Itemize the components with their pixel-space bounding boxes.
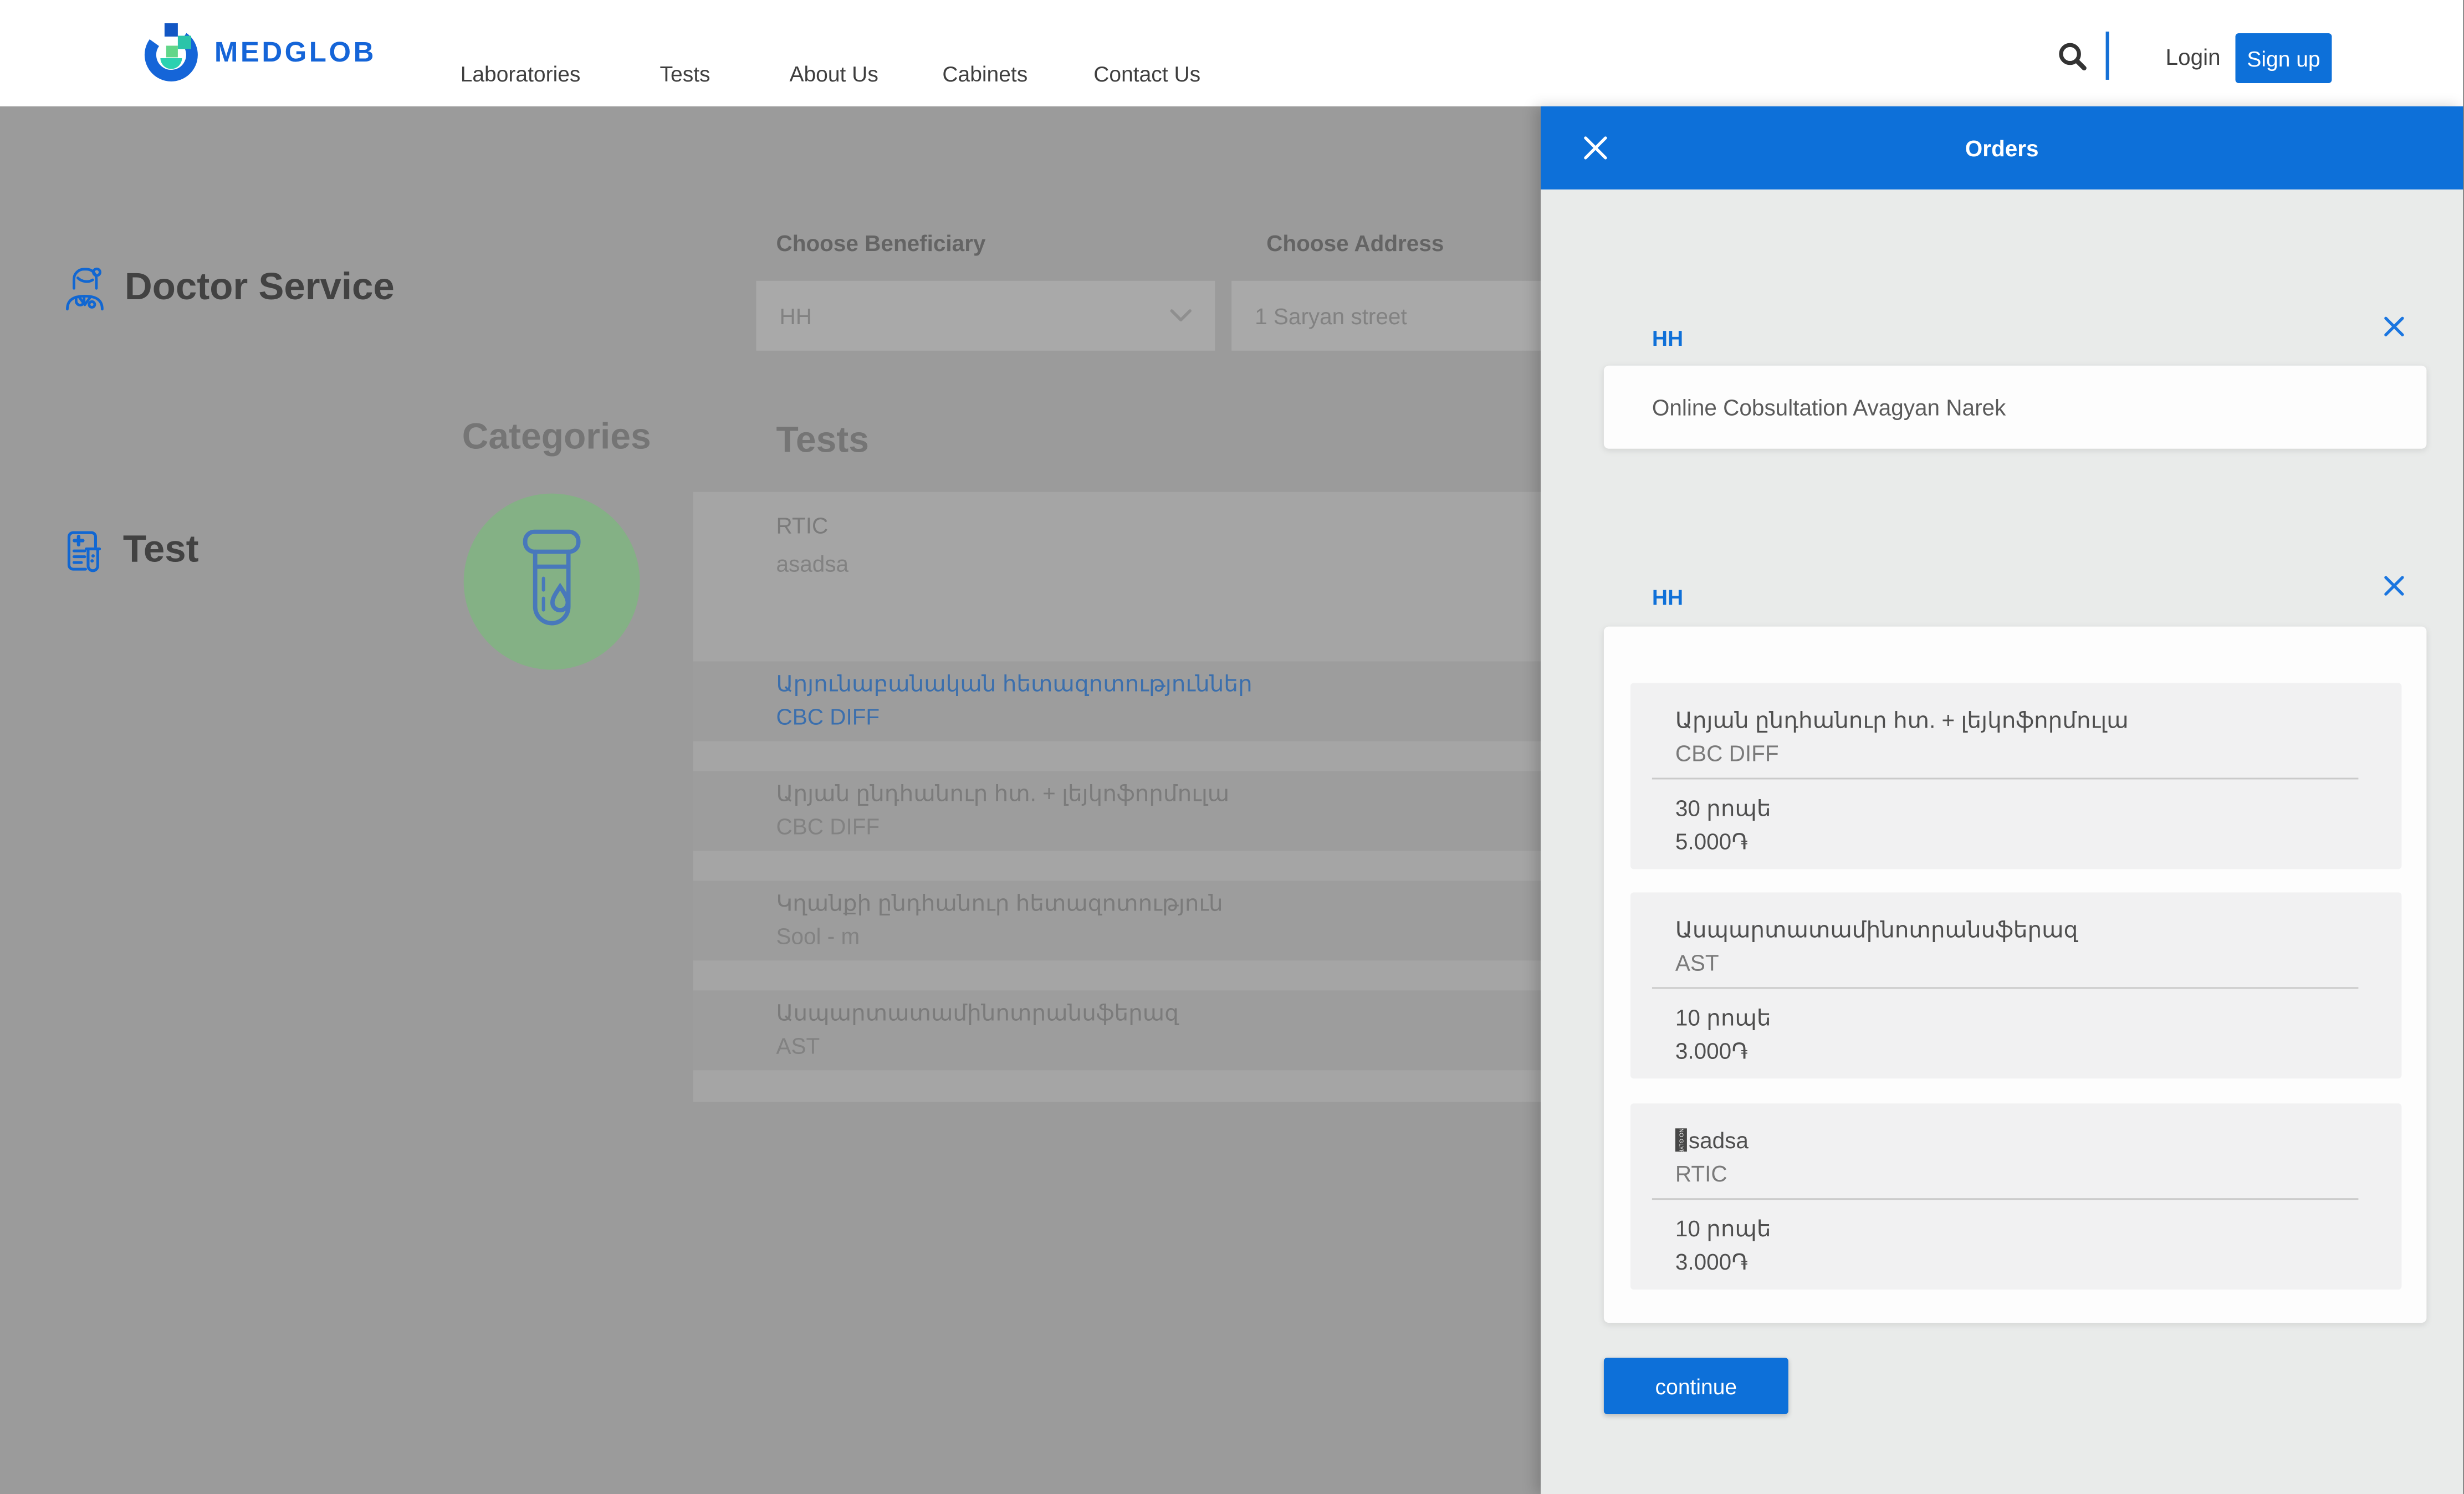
doctor-order-card: Online Cobsultation Avagyan Narek (1604, 366, 2426, 449)
signup-button[interactable]: Sign up (2236, 33, 2332, 83)
brand-name: MEDGLOB (214, 37, 376, 70)
test-code: RTIC (1675, 1162, 1727, 1186)
test-section-title: Test (123, 529, 199, 570)
item-divider (1652, 987, 2359, 989)
remove-test-section-icon[interactable] (2381, 574, 2406, 598)
test-duration: 10 րոպե (1675, 1005, 1771, 1032)
test-name: Ասպարտատամինոտրանսֆերազ (1675, 917, 2078, 944)
test-beneficiary-label: HH (1652, 585, 1683, 610)
test-list-item[interactable]: Արյան ընդհանուր հտ. + լեյկոֆորմուլա CBC … (693, 771, 1562, 851)
tests-list-panel: RTIC asadsa Արյունաբանական հետազոտությու… (693, 492, 1562, 1102)
nav-cabinets[interactable]: Cabinets (942, 62, 1027, 86)
beneficiary-select[interactable]: HH (756, 281, 1215, 351)
test-section-header: Test (63, 529, 199, 577)
test-orders-card: Արյան ընդհանուր հտ. + լեյկոֆորմուլա CBC … (1604, 627, 2426, 1323)
nav-about-us[interactable]: About Us (789, 62, 878, 86)
item-divider (1652, 777, 2359, 779)
doctor-service-title: Doctor Service (125, 266, 395, 308)
test-price: 3.000֏ (1675, 1038, 1748, 1065)
test-price: 5.000֏ (1675, 829, 1748, 856)
remove-doctor-service-icon[interactable] (2381, 314, 2406, 339)
doctor-beneficiary-label: HH (1652, 326, 1683, 351)
orders-panel-header: Orders (1541, 106, 2463, 190)
test-code: AST (1675, 950, 1719, 975)
category-item-blood[interactable] (464, 494, 640, 670)
beneficiary-value: HH (779, 303, 811, 328)
test-list-item[interactable]: Կղանքի ընդհանուր հետազոտություն Sool - m (693, 881, 1562, 960)
search-icon[interactable] (2058, 42, 2088, 71)
choose-address-label: Choose Address (1266, 231, 1444, 256)
test-list-item[interactable]: Ասպարտատամինոտրանսֆերազ AST (693, 990, 1562, 1070)
continue-button[interactable]: continue (1604, 1358, 1788, 1414)
test-order-item: Ասպարտատամինոտրանսֆերազ AST 10 րոպե 3.00… (1630, 892, 2401, 1078)
choose-beneficiary-label: Choose Beneficiary (776, 231, 985, 256)
tests-heading: Tests (776, 419, 868, 462)
item-divider (1652, 1198, 2359, 1200)
test-price: 3.000֏ (1675, 1250, 1748, 1276)
test-order-item: Արյան ընդհանուր հտ. + լեյկոֆորմուլա CBC … (1630, 683, 2401, 869)
test-duration: 10 րոպե (1675, 1216, 1771, 1243)
nav-contact-us[interactable]: Contact Us (1093, 62, 1200, 86)
doctor-order-item: Online Cobsultation Avagyan Narek (1652, 366, 2006, 449)
chevron-down-icon (1170, 309, 1192, 323)
test-name: Արյան ընդհանուր հտ. + լեյկոֆորմուլա (1675, 708, 2129, 735)
doctor-service-section-header: Doctor Service (63, 266, 395, 313)
login-button[interactable]: Login (2166, 45, 2221, 70)
screen: Choose Beneficiary HH Choose Address 1 S… (0, 0, 2463, 1494)
address-value: 1 Saryan street (1255, 303, 1407, 328)
site-header: MEDGLOB Laboratories Tests About Us Cabi… (0, 0, 2463, 106)
test-list-item-selected[interactable]: Արյունաբանական հետազոտություններ CBC DIF… (693, 662, 1562, 741)
nav-laboratories[interactable]: Laboratories (461, 62, 581, 86)
doctor-icon (63, 266, 106, 313)
test-order-icon (63, 529, 105, 577)
medglob-logo-icon (143, 23, 203, 83)
nav-tests[interactable]: Tests (660, 62, 710, 86)
test-name: NO GLYPHsadsa (1675, 1128, 1749, 1153)
test-duration: 30 րոպե (1675, 796, 1771, 822)
categories-heading: Categories (462, 416, 651, 459)
missing-glyph-box: NO GLYPH (1675, 1128, 1687, 1152)
orders-panel-title: Orders (1541, 106, 2463, 190)
test-code: CBC DIFF (1675, 741, 1779, 766)
test-tube-icon (515, 527, 589, 637)
header-divider (2106, 32, 2109, 80)
test-order-item: NO GLYPHsadsa RTIC 10 րոպե 3.000֏ (1630, 1103, 2401, 1290)
medglob-logo[interactable]: MEDGLOB (143, 23, 376, 83)
